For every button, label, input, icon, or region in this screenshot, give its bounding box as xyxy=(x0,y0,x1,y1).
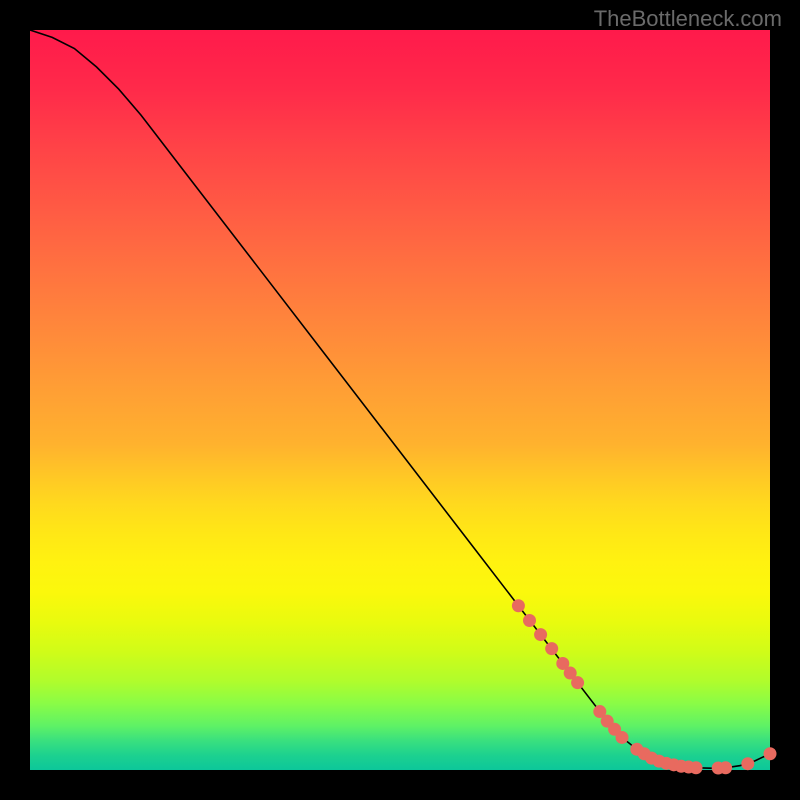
marker-point xyxy=(719,761,732,774)
marker-point xyxy=(741,757,754,770)
marker-point xyxy=(512,599,525,612)
marker-point xyxy=(690,761,703,774)
bottleneck-curve xyxy=(30,30,770,768)
watermark-text: TheBottleneck.com xyxy=(594,6,782,32)
plot-area xyxy=(30,30,770,770)
marker-point xyxy=(764,747,777,760)
marker-point xyxy=(523,614,536,627)
marker-point xyxy=(571,676,584,689)
marker-point xyxy=(545,642,558,655)
marker-point xyxy=(616,731,629,744)
plot-svg xyxy=(30,30,770,770)
marker-point xyxy=(534,628,547,641)
curve-markers xyxy=(512,599,777,774)
